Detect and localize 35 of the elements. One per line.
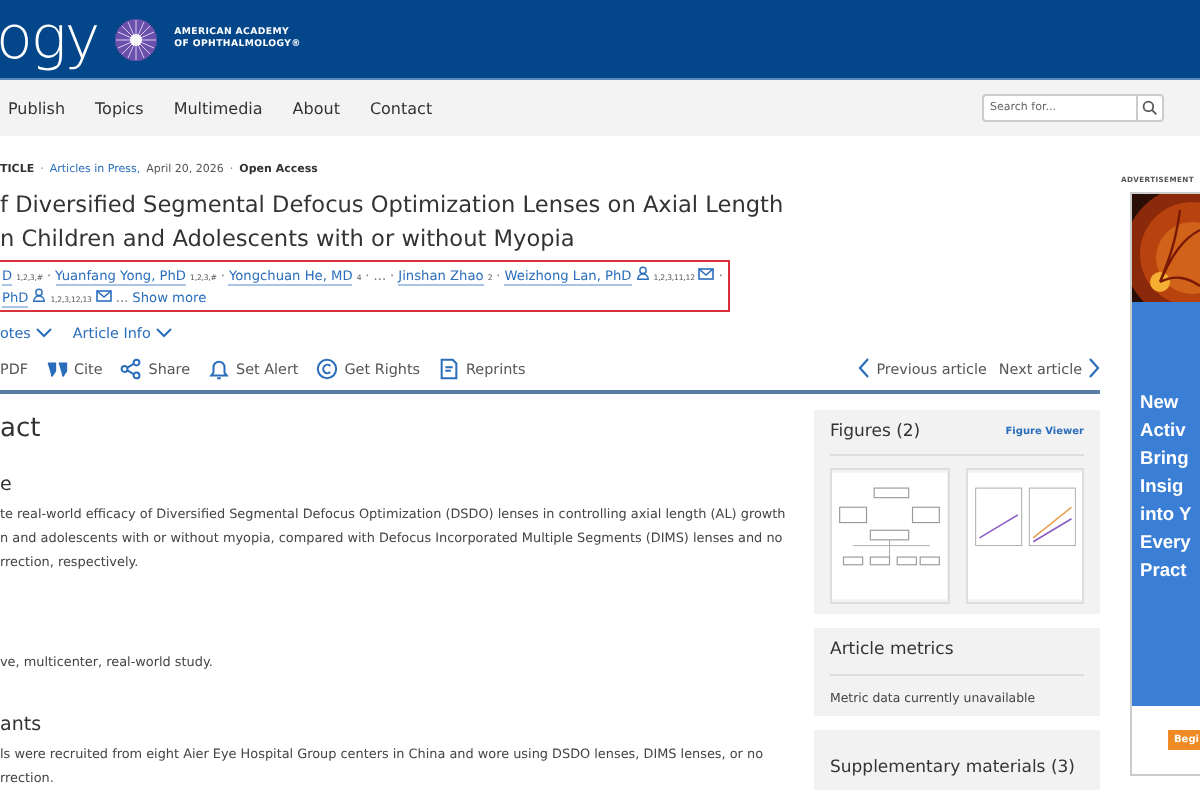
article-title: f Diversified Segmental Defocus Optimization Lenses on Axial Length bbox=[0, 190, 786, 222]
section-heading: e bbox=[0, 474, 14, 500]
ad-headline: Activ bbox=[1140, 418, 1188, 444]
nav-link[interactable]: About bbox=[292, 99, 340, 117]
search-button[interactable] bbox=[1136, 94, 1164, 122]
nav-link[interactable]: Publish bbox=[8, 99, 66, 117]
mail-icon[interactable] bbox=[698, 268, 715, 280]
panel-title: Figures (2) bbox=[830, 422, 921, 442]
quote-icon bbox=[46, 357, 69, 379]
ad-headline: Bring bbox=[1140, 446, 1191, 472]
mail-icon[interactable] bbox=[95, 290, 112, 302]
chevron-right-icon bbox=[1088, 358, 1100, 378]
chevron-down-icon bbox=[156, 328, 173, 338]
search-icon bbox=[1142, 100, 1158, 116]
panel-title: Supplementary materials (3) bbox=[830, 758, 1075, 778]
starburst-icon bbox=[114, 17, 159, 61]
document-icon bbox=[438, 357, 461, 379]
ad-headline: into Y bbox=[1140, 502, 1194, 528]
ad-headline: New bbox=[1140, 390, 1181, 416]
ad-headline: Every bbox=[1140, 530, 1193, 556]
section-heading: ants bbox=[0, 714, 44, 740]
site-logo[interactable]: ogy bbox=[0, 9, 99, 69]
chevron-left-icon bbox=[858, 358, 871, 378]
abstract-heading: act bbox=[0, 414, 43, 448]
nav-link[interactable]: Multimedia bbox=[173, 99, 263, 117]
panel-title: Article metrics bbox=[830, 640, 954, 660]
ad-headline: Pract bbox=[1140, 558, 1189, 584]
bell-icon bbox=[208, 357, 231, 379]
nav-link[interactable]: Contact bbox=[369, 99, 433, 117]
ad-headline: Insig bbox=[1140, 474, 1186, 500]
article-title: n Children and Adolescents with or without Myopia bbox=[0, 224, 577, 256]
nav-link[interactable]: Topics bbox=[95, 99, 144, 117]
chevron-down-icon bbox=[36, 328, 53, 338]
copyright-icon bbox=[316, 357, 339, 379]
share-icon bbox=[120, 357, 143, 379]
